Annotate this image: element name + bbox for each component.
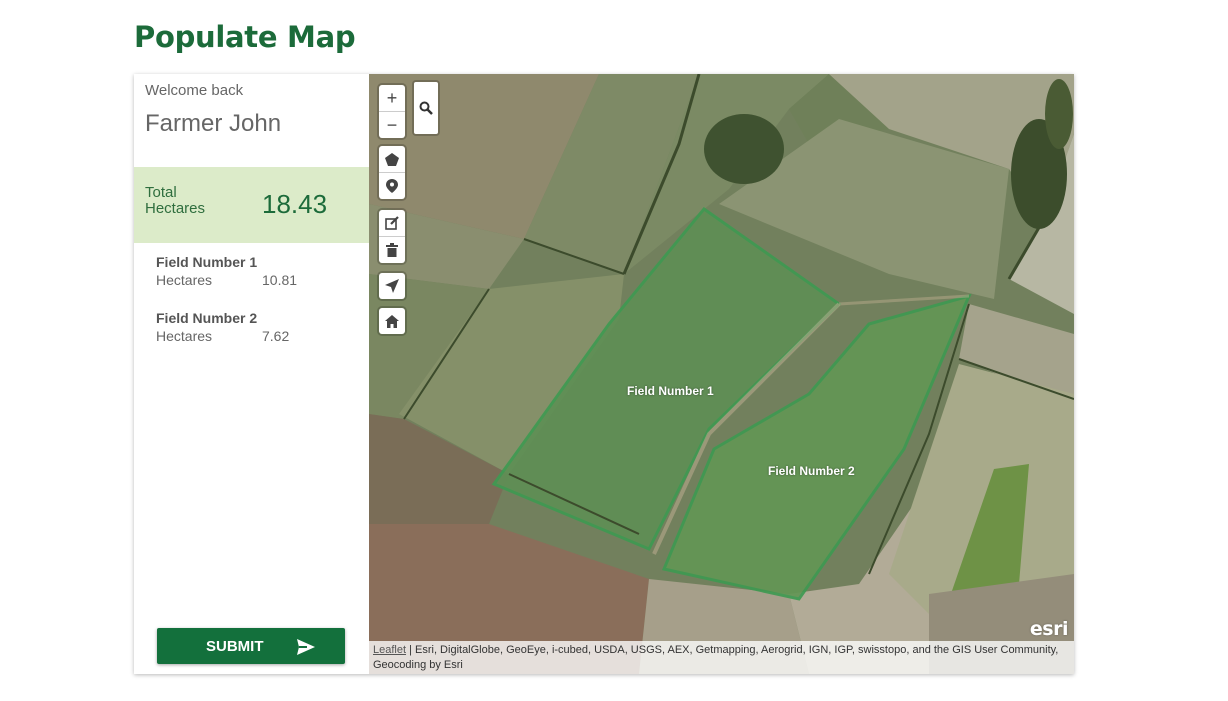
sidebar: Welcome back Farmer John Total Hectares … [134,74,369,674]
field-label-1: Field Number 1 [627,384,714,398]
field-name: Field Number 1 [156,254,258,270]
draw-toolbar [379,146,405,199]
edit-icon [385,216,399,230]
field-hectares-value: 7.62 [262,328,290,344]
field-hectares-value: 10.81 [262,272,298,288]
total-hectares-label: Total Hectares [145,184,206,217]
home-icon [385,314,399,328]
zoom-in-button[interactable]: + [379,85,405,112]
edit-toolbar [379,210,405,263]
field-label-2: Field Number 2 [768,464,855,478]
field-hectares-label: Hectares [156,272,213,288]
home-button[interactable] [379,308,405,334]
total-hectares-box: Total Hectares 18.43 [134,167,369,243]
main-card: Welcome back Farmer John Total Hectares … [134,74,1074,674]
search-button[interactable] [414,82,438,134]
locate-icon [385,279,399,293]
locate-control [379,273,405,299]
welcome-text: Welcome back [145,82,244,99]
marker-icon [386,179,398,193]
esri-logo: esri [1029,618,1069,640]
total-hectares-value: 18.43 [262,189,328,219]
home-control [379,308,405,334]
delete-layers-button[interactable] [379,237,405,263]
send-icon [297,639,315,655]
zoom-out-button[interactable]: − [379,112,405,138]
trash-icon [386,243,398,257]
user-name: Farmer John [145,110,282,137]
draw-polygon-button[interactable] [379,146,405,173]
field-name: Field Number 2 [156,310,258,326]
leaflet-link[interactable]: Leaflet [373,644,406,656]
draw-marker-button[interactable] [379,173,405,199]
locate-button[interactable] [379,273,405,299]
submit-label: SUBMIT [206,638,264,655]
satellite-imagery [369,74,1074,674]
field-hectares-label: Hectares [156,328,213,344]
map-view[interactable]: + − Field Number 1 Field Number 2 esri L… [369,74,1074,674]
map-attribution: Leaflet | Esri, DigitalGlobe, GeoEye, i-… [369,641,1074,674]
edit-layers-button[interactable] [379,210,405,237]
polygon-icon [385,152,399,166]
attribution-text: | Esri, DigitalGlobe, GeoEye, i-cubed, U… [373,644,1059,671]
page-title: Populate Map [134,20,356,54]
zoom-control: + − [379,85,405,138]
field-list-item: Field Number 1 Hectares 10.81 [156,254,356,288]
search-icon [419,101,433,115]
submit-button[interactable]: SUBMIT [157,628,345,664]
field-list-item: Field Number 2 Hectares 7.62 [156,310,356,344]
